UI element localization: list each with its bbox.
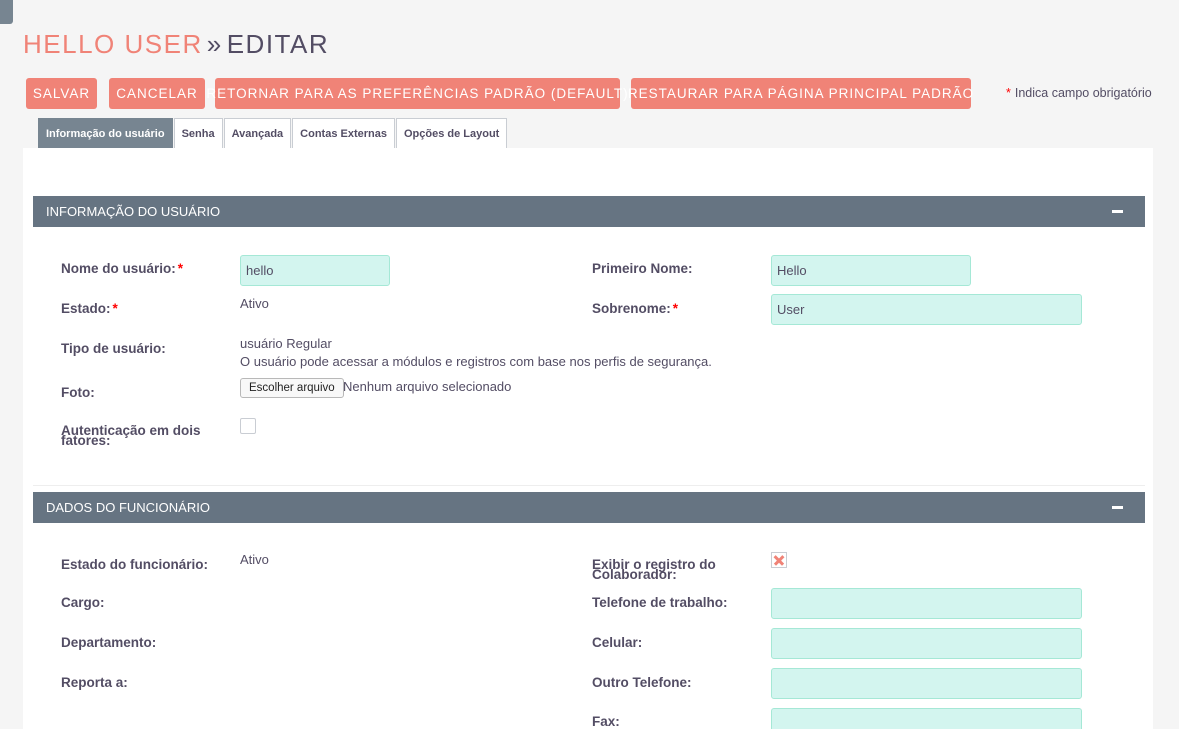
two-factor-checkbox[interactable]: [240, 418, 256, 434]
tab-bar: Informação do usuário Senha Avançada Con…: [38, 118, 508, 148]
first-name-input[interactable]: [771, 255, 971, 286]
user-info-panel-title: INFORMAÇÃO DO USUÁRIO: [46, 204, 221, 219]
collapse-icon[interactable]: [1112, 210, 1123, 213]
other-phone-input[interactable]: [771, 668, 1082, 699]
status-label: Estado: *: [61, 301, 118, 316]
required-star: *: [1006, 86, 1011, 100]
department-label: Departamento:: [61, 635, 157, 650]
page-title-action: EDITAR: [226, 29, 330, 59]
tab-advanced[interactable]: Avançada: [223, 118, 292, 148]
show-collaborator-checkbox-icon[interactable]: [771, 552, 787, 568]
user-type-description: O usuário pode acessar a módulos e regis…: [240, 354, 712, 369]
username-input[interactable]: [240, 255, 390, 286]
username-label: Nome do usuário: *: [61, 261, 184, 276]
last-name-input[interactable]: [771, 294, 1082, 325]
show-collaborator-label-2: Colaborador:: [592, 567, 677, 582]
two-factor-label-2: fatores:: [61, 433, 111, 448]
employee-status-value: Ativo: [240, 552, 269, 567]
required-field-note: * Indica campo obrigatório: [1006, 86, 1152, 100]
first-name-label: Primeiro Nome:: [592, 261, 693, 276]
mobile-label: Celular:: [592, 635, 643, 650]
user-info-panel-header[interactable]: INFORMAÇÃO DO USUÁRIO: [33, 196, 1145, 227]
fax-label: Fax:: [592, 714, 620, 729]
user-type-value: usuário Regular: [240, 336, 332, 351]
job-title-label: Cargo:: [61, 595, 105, 610]
work-phone-input[interactable]: [771, 588, 1082, 619]
tab-layout-options[interactable]: Opções de Layout: [395, 118, 508, 148]
cancel-button[interactable]: CANCELAR: [109, 78, 205, 109]
required-mark: *: [672, 301, 679, 316]
tab-password[interactable]: Senha: [173, 118, 223, 148]
save-button[interactable]: SALVAR: [26, 78, 97, 109]
reset-preferences-button[interactable]: RETORNAR PARA AS PREFERÊNCIAS PADRÃO (DE…: [206, 78, 628, 109]
employee-panel-header[interactable]: DADOS DO FUNCIONÁRIO: [33, 492, 1145, 523]
user-type-label: Tipo de usuário:: [61, 341, 166, 356]
no-file-text: Nenhum arquivo selecionado: [343, 379, 512, 394]
choose-file-button[interactable]: Escolher arquivo: [240, 378, 344, 398]
page-title-separator: »: [206, 29, 223, 59]
required-mark: *: [177, 261, 184, 276]
status-value: Ativo: [240, 296, 269, 311]
required-note-text: Indica campo obrigatório: [1014, 86, 1152, 100]
collapse-icon[interactable]: [1112, 506, 1123, 509]
employee-panel-title: DADOS DO FUNCIONÁRIO: [46, 500, 210, 515]
mobile-input[interactable]: [771, 628, 1082, 659]
page-title-user[interactable]: HELLO USER: [23, 29, 203, 59]
page-title: HELLO USER» EDITAR: [23, 29, 329, 60]
tab-user-info[interactable]: Informação do usuário: [38, 118, 173, 148]
section-divider: [33, 485, 1145, 486]
work-phone-label: Telefone de trabalho:: [592, 595, 728, 610]
employee-status-label: Estado do funcionário:: [61, 557, 208, 572]
other-phone-label: Outro Telefone:: [592, 675, 692, 690]
photo-label: Foto:: [61, 385, 95, 400]
reports-to-label: Reporta a:: [61, 675, 128, 690]
last-name-label: Sobrenome: *: [592, 301, 679, 316]
required-mark: *: [112, 301, 118, 316]
restore-home-button[interactable]: RESTAURAR PARA PÁGINA PRINCIPAL PADRÃO: [628, 78, 973, 109]
corner-tab: [0, 0, 13, 24]
tab-external-accounts[interactable]: Contas Externas: [292, 118, 395, 148]
fax-input[interactable]: [771, 708, 1082, 729]
